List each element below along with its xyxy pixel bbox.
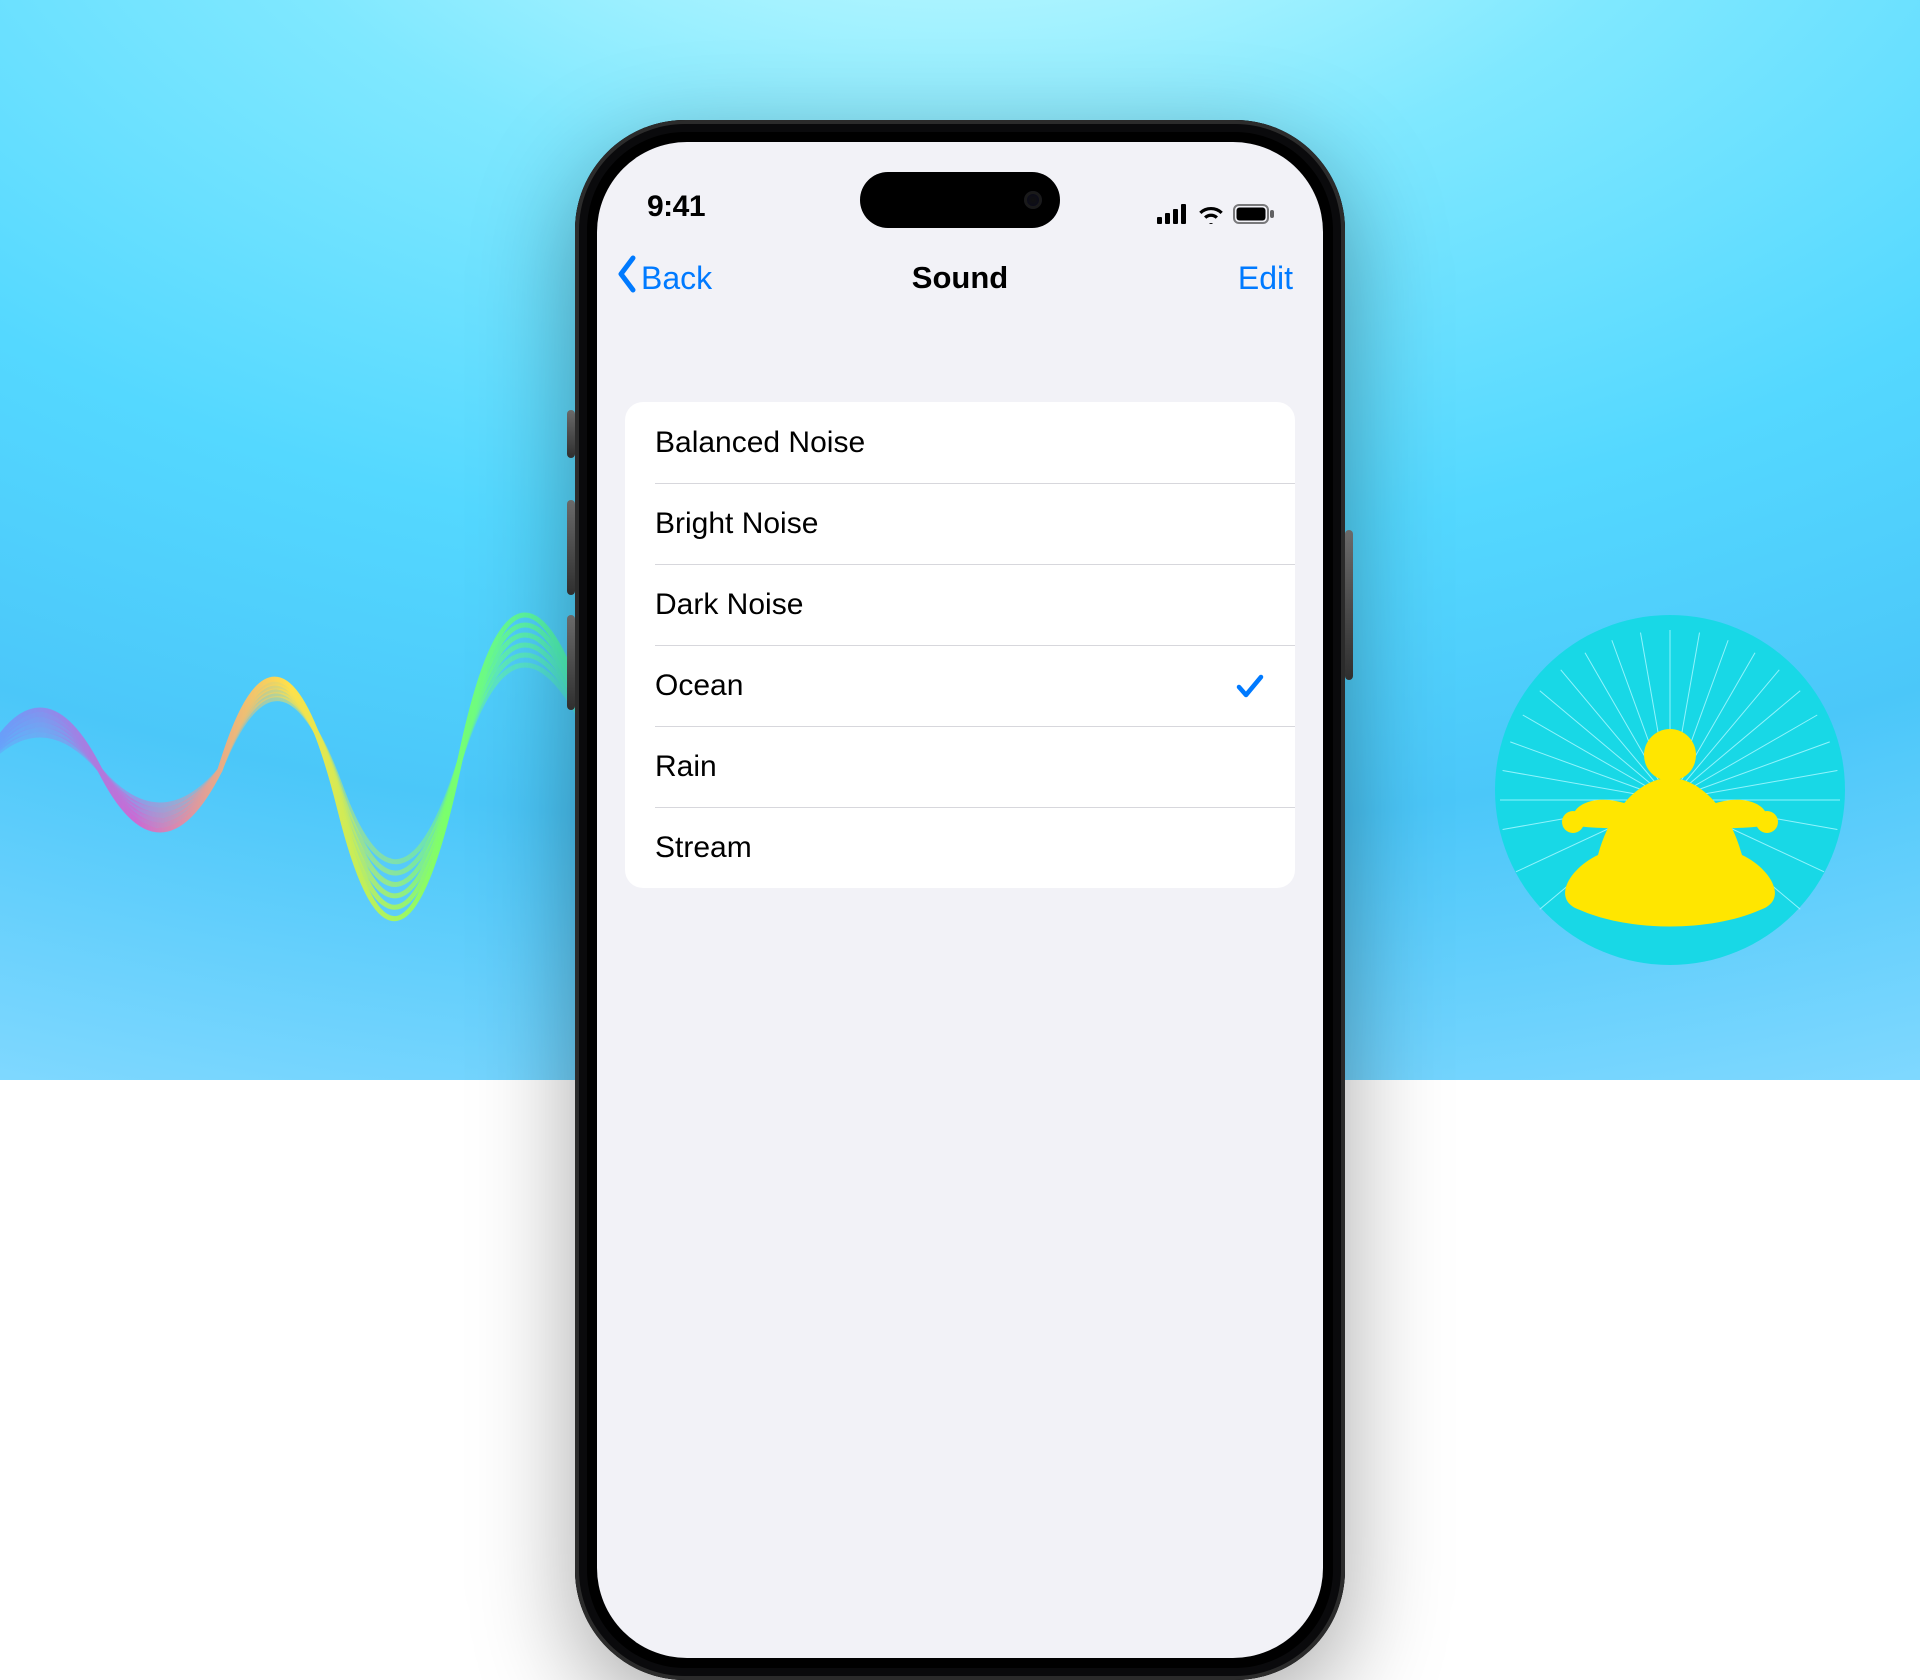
wifi-icon: [1197, 204, 1225, 224]
sound-wave-graphic: [0, 610, 580, 890]
sound-option[interactable]: Stream: [625, 807, 1295, 888]
sound-option-label: Dark Noise: [655, 588, 803, 622]
edit-button[interactable]: Edit: [1238, 260, 1293, 297]
phone-volume-up: [567, 500, 575, 595]
sound-list: Balanced Noise Bright Noise Dark Noise Ocea…: [625, 402, 1295, 888]
sound-option-label: Balanced Noise: [655, 426, 865, 460]
sound-option[interactable]: Dark Noise: [625, 564, 1295, 645]
chevron-left-icon: [615, 255, 637, 301]
phone-volume-down: [567, 615, 575, 710]
checkmark-icon: [1235, 671, 1265, 701]
sound-option-label: Ocean: [655, 669, 743, 703]
back-label: Back: [641, 260, 712, 297]
nav-bar: Back Sound Edit: [597, 238, 1323, 318]
sound-option[interactable]: Rain: [625, 726, 1295, 807]
battery-icon: [1233, 204, 1275, 224]
dynamic-island: [860, 172, 1060, 228]
phone-power-button: [1345, 530, 1353, 680]
sound-option-label: Bright Noise: [655, 507, 818, 541]
status-time: 9:41: [647, 190, 705, 224]
sound-option[interactable]: Balanced Noise: [625, 402, 1295, 483]
sound-option[interactable]: Bright Noise: [625, 483, 1295, 564]
phone-mute-switch: [567, 410, 575, 458]
sound-option-label: Stream: [655, 831, 752, 865]
back-button[interactable]: Back: [615, 255, 712, 301]
phone-screen: 9:41 Back Sound Edi: [597, 142, 1323, 1658]
phone-mockup: 9:41 Back Sound Edi: [575, 120, 1345, 1680]
cellular-signal-icon: [1157, 204, 1189, 224]
sound-option[interactable]: Ocean: [625, 645, 1295, 726]
meditation-graphic: [1480, 600, 1860, 980]
sound-option-label: Rain: [655, 750, 717, 784]
